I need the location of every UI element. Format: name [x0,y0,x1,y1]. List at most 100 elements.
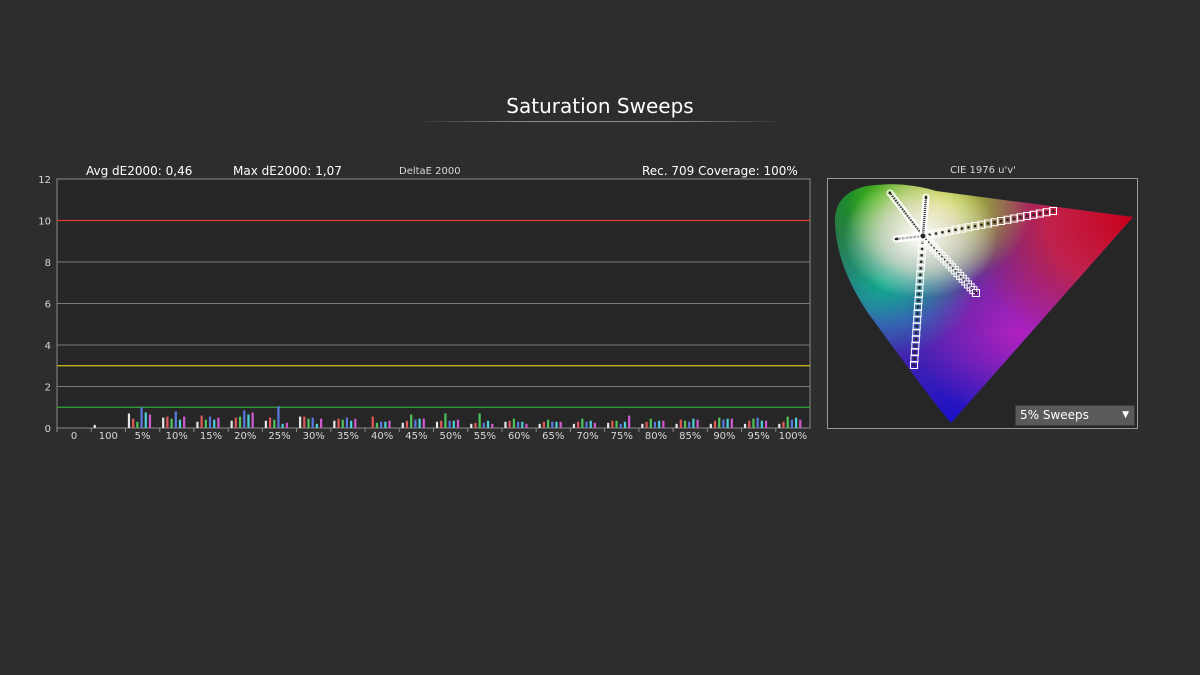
bar [641,423,644,428]
bar [555,421,558,428]
bar [542,421,545,428]
bar [136,421,139,428]
bar [748,420,751,428]
bar [277,406,280,428]
measured-point [919,260,923,264]
measured-point [947,229,951,233]
bar [538,423,541,428]
measured-point [919,273,922,276]
bar [683,420,687,428]
bar [790,419,793,428]
bar [285,422,288,428]
y-tick-label: 10 [38,217,51,228]
y-tick-label: 2 [45,383,51,394]
bar [760,420,763,428]
measured-point [914,337,918,341]
bar [350,420,353,428]
bar [422,418,425,428]
measured-point [999,219,1003,223]
bar [178,419,182,428]
bar [512,418,515,428]
bar [213,419,216,428]
bar [474,422,477,428]
bar [311,417,314,428]
x-tick-label: 5% [135,431,151,442]
y-tick-label: 6 [45,300,51,311]
x-tick-label: 100 [99,431,118,442]
bar [354,418,357,428]
bar [585,421,588,428]
x-tick-label: 55% [474,431,496,442]
bar [204,419,207,428]
bar [238,416,242,428]
bar [388,420,391,428]
bar [234,417,237,428]
x-tick-label: 95% [748,431,770,442]
measured-point [941,230,944,234]
bar [658,420,661,428]
bar [251,412,254,428]
bar [333,420,336,428]
measured-point [915,318,919,322]
bar [440,420,443,428]
x-tick-label: 80% [645,431,667,442]
bar [320,418,323,428]
x-tick-label: 65% [542,431,564,442]
bar [525,423,528,428]
bar [418,418,421,428]
measured-point [934,232,938,235]
bar [778,423,781,428]
y-tick-label: 0 [45,424,51,435]
bar [645,421,648,428]
white-point [919,232,927,240]
measured-point [915,325,918,328]
bar [743,423,747,428]
bar [581,418,584,428]
sweep-dropdown[interactable]: 5% Sweeps ▼ [1015,405,1135,426]
x-tick-label: 0 [71,431,77,442]
cie-locus [834,184,1133,423]
bar [345,417,349,428]
bar [577,421,580,428]
bar [268,417,272,428]
bar [337,418,340,428]
bar [521,421,524,428]
bar [607,422,610,428]
bar [384,421,387,428]
bar [140,407,143,428]
cie-diagram-panel [827,178,1138,429]
bar [448,420,451,428]
measured-point [1038,212,1042,215]
bar [551,421,554,428]
measured-point [986,222,990,225]
bar [696,419,699,428]
bar [491,423,494,428]
bar [692,418,695,428]
measured-point [920,254,923,257]
x-tick-label: 45% [405,431,427,442]
bar [93,424,96,428]
measured-point [1025,214,1029,218]
measured-point [920,247,924,251]
cie-diagram [834,184,1133,423]
measured-point [918,286,921,289]
x-tick-label: 75% [611,431,633,442]
x-tick-label: 100% [779,431,808,442]
measured-point [919,266,923,270]
bar [405,420,409,428]
bar [315,423,319,428]
x-tick-label: 70% [576,431,598,442]
bar [148,414,152,428]
bar [649,418,652,428]
bar [307,418,310,428]
bar [444,413,447,428]
bar [162,417,165,428]
measured-point [1051,209,1055,213]
bar [375,422,379,428]
bar [679,419,682,428]
cie-title: CIE 1976 u'v' [950,165,1016,176]
measured-point [916,312,919,315]
bar [281,423,284,428]
bar [127,413,131,428]
measured-point [918,279,922,283]
